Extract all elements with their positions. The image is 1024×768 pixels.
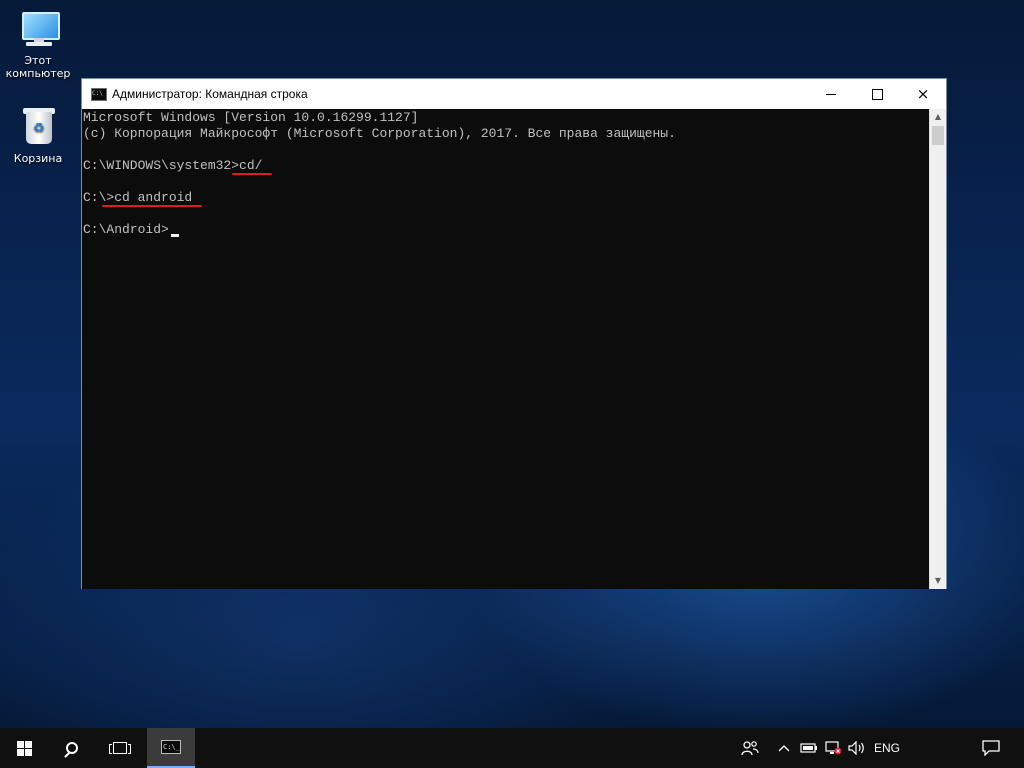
taskbar-cmd-button[interactable]: C:\_ <box>147 728 195 768</box>
title-bar[interactable]: C:\ Администратор: Командная строка × <box>82 79 946 109</box>
close-button[interactable]: × <box>900 79 946 109</box>
search-button[interactable] <box>48 728 96 768</box>
search-icon <box>66 742 78 754</box>
cmd-icon: C:\ <box>91 88 107 101</box>
people-icon[interactable] <box>738 728 762 768</box>
annotation-underline-cd-root <box>232 173 272 175</box>
battery-icon[interactable] <box>798 728 820 768</box>
this-pc-label-line1: Этот <box>24 54 52 67</box>
chevron-up-icon[interactable] <box>774 728 794 768</box>
this-pc-label-line2: компьютер <box>5 67 71 80</box>
cmd-taskbar-icon: C:\_ <box>161 740 181 754</box>
maximize-icon <box>871 88 883 100</box>
volume-icon[interactable] <box>846 728 868 768</box>
start-button[interactable] <box>0 728 48 768</box>
windows-logo-icon <box>16 740 32 756</box>
annotation-underline-cd-android <box>102 205 202 207</box>
minimize-icon <box>826 93 836 95</box>
recycle-bin-icon: ♻ <box>16 106 60 150</box>
desktop-icon-this-pc[interactable]: Этот компьютер <box>2 8 74 80</box>
action-center-icon <box>982 740 1000 756</box>
close-icon: × <box>916 85 930 103</box>
notification-button[interactable] <box>976 728 1006 768</box>
task-view-button[interactable] <box>96 728 144 768</box>
vertical-scrollbar[interactable]: ▲ ▼ <box>929 109 946 589</box>
scroll-up-arrow-icon[interactable]: ▲ <box>930 109 946 125</box>
language-indicator[interactable]: ENG <box>870 728 904 768</box>
scroll-thumb[interactable] <box>932 126 944 145</box>
scroll-down-arrow-icon[interactable]: ▼ <box>930 573 946 589</box>
console-line-prompt: C:\Android> <box>83 222 169 237</box>
recycle-bin-label: Корзина <box>13 152 63 165</box>
console-line-copyright: (c) Корпорация Майкрософт (Microsoft Cor… <box>83 126 676 141</box>
console-line-cd-root: C:\WINDOWS\system32>cd/ <box>83 158 263 173</box>
console-line-cd-android: C:\>cd android <box>83 190 193 205</box>
text-cursor <box>171 234 179 237</box>
taskbar: C:\_ ENG <box>0 728 1024 768</box>
desktop-icon-recycle-bin[interactable]: ♻ Корзина <box>2 106 74 165</box>
console-output[interactable]: Microsoft Windows [Version 10.0.16299.11… <box>82 109 930 589</box>
cmd-window[interactable]: C:\ Администратор: Командная строка × Mi… <box>81 78 947 589</box>
window-title: Администратор: Командная строка <box>112 87 308 101</box>
this-pc-icon <box>16 8 60 52</box>
maximize-button[interactable] <box>854 79 900 109</box>
network-icon[interactable] <box>822 728 844 768</box>
task-view-icon <box>109 742 131 754</box>
minimize-button[interactable] <box>808 79 854 109</box>
console-line-version: Microsoft Windows [Version 10.0.16299.11… <box>83 110 419 125</box>
